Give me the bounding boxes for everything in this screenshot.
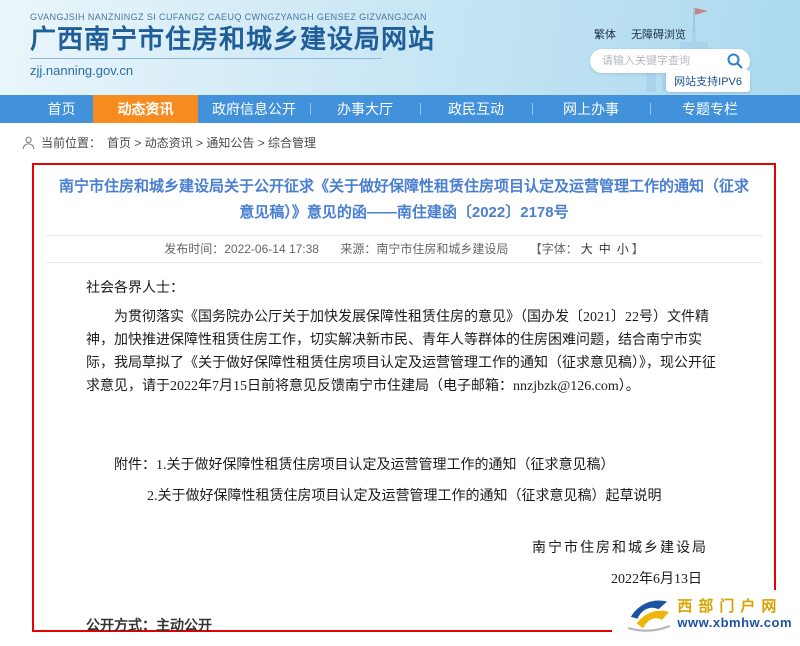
body-paragraph: 为贯彻落实《国务院办公厅关于加快发展保障性租赁住房的意见》（国办发〔2021〕2… [86,306,722,398]
header-tools: 繁体 无障碍浏览 网站支持IPV6 [590,26,750,73]
nav-item-gov-info[interactable]: 政府信息公开 [198,95,310,123]
main-nav: 首页 动态资讯 政府信息公开 办事大厅 政民互动 网上办事 专题专栏 [0,95,800,123]
search-icon[interactable] [727,53,743,69]
breadcrumb-label: 当前位置： [41,134,101,151]
watermark-url: www.xbmhw.com [677,615,792,630]
watermark-name: 西部门户网 [677,598,792,615]
masthead: GVANGJSIH NANZNINGZ SI CUFANGZ CAEUQ CWN… [30,12,435,78]
traditional-chinese-link[interactable]: 繁体 [594,29,616,41]
nav-item-home[interactable]: 首页 [30,95,93,123]
quick-links: 繁体 无障碍浏览 [594,26,750,42]
nav-item-special-topics[interactable]: 专题专栏 [650,95,770,123]
site-header: GVANGJSIH NANZNINGZ SI CUFANGZ CAEUQ CWN… [0,0,800,95]
font-size-small[interactable]: 小 [617,242,629,256]
font-size-medium[interactable]: 中 [599,242,611,256]
signature-date: 2022年6月13日 [86,568,722,591]
font-size-control: 【字体：大中小】 [530,242,644,256]
article-title: 南宁市住房和城乡建设局关于公开征求《关于做好保障性租赁住房项目认定及运营管理工作… [56,174,752,226]
publish-time: 发布时间：2022-06-14 17:38 [164,242,319,256]
breadcrumb-path[interactable]: 首页 > 动态资讯 > 通知公告 > 综合管理 [107,134,316,151]
page: GVANGJSIH NANZNINGZ SI CUFANGZ CAEUQ CWN… [0,0,800,646]
site-url: zjj.nanning.gov.cn [30,63,435,78]
ipv6-badge[interactable]: 网站支持IPV6 [666,70,750,92]
breadcrumb: 当前位置： 首页 > 动态资讯 > 通知公告 > 综合管理 [22,134,800,151]
site-title: 广西南宁市住房和城乡建设局网站 [30,24,435,54]
salutation: 社会各界人士： [86,277,722,300]
article-body: 社会各界人士： 为贯彻落实《国务院办公厅关于加快发展保障性租赁住房的意见》（国办… [86,277,722,637]
attachment-1: 附件：1.关于做好保障性租赁住房项目认定及运营管理工作的通知（征求意见稿） [114,454,722,477]
accessibility-link[interactable]: 无障碍浏览 [631,29,686,41]
attachment-2: 2.关于做好保障性租赁住房项目认定及运营管理工作的通知（征求意见稿）起草说明 [147,485,722,508]
notice-document: 南宁市住房和城乡建设局关于公开征求《关于做好保障性租赁住房项目认定及运营管理工作… [32,163,776,632]
zhuang-tagline: GVANGJSIH NANZNINGZ SI CUFANGZ CAEUQ CWN… [30,12,435,22]
search-input[interactable] [602,50,730,72]
xbmhw-logo-icon [624,595,672,633]
signature: 南宁市住房和城乡建设局 [86,537,722,560]
nav-item-interaction[interactable]: 政民互动 [420,95,532,123]
font-size-large[interactable]: 大 [581,242,593,256]
nav-item-service-hall[interactable]: 办事大厅 [310,95,420,123]
site-watermark[interactable]: 西部门户网 www.xbmhw.com [612,590,800,639]
nav-item-news[interactable]: 动态资讯 [93,95,198,123]
person-icon [22,136,35,150]
nav-item-online-service[interactable]: 网上办事 [532,95,650,123]
article-source: 来源：南宁市住房和城乡建设局 [340,242,508,256]
title-divider [30,58,382,59]
article-meta: 发布时间：2022-06-14 17:38 来源：南宁市住房和城乡建设局 【字体… [46,235,762,263]
